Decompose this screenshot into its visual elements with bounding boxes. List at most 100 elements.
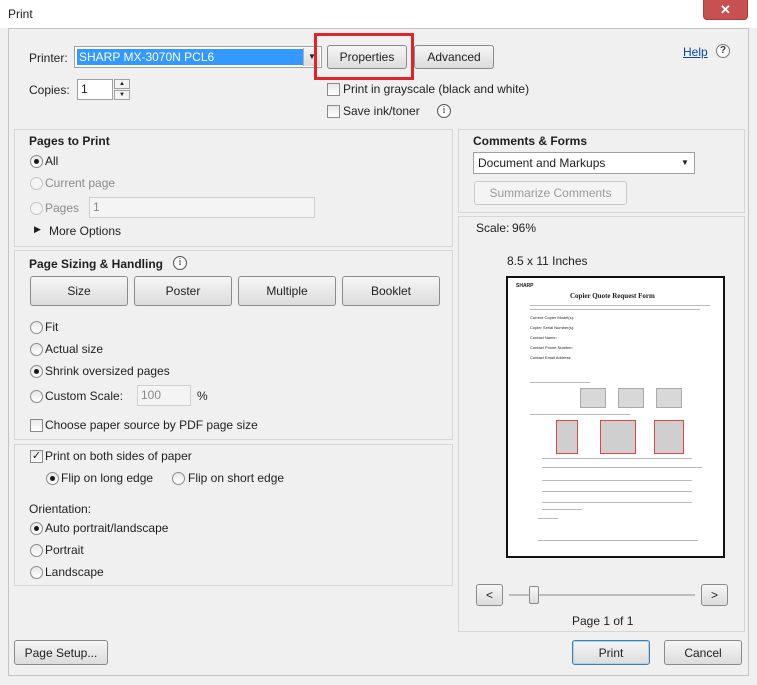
copies-input[interactable]: 1 xyxy=(77,79,113,100)
pages-label: Pages xyxy=(45,201,80,215)
copier-image xyxy=(618,388,644,408)
landscape-label: Landscape xyxy=(45,565,104,579)
long-edge-label: Flip on long edge xyxy=(61,471,154,485)
page-sizing-panel: Page Sizing & Handling i Size Poster Mul… xyxy=(14,250,453,440)
grayscale-checkbox[interactable] xyxy=(327,83,340,96)
printer-select[interactable]: SHARP MX-3070N PCL6 ▼ xyxy=(74,46,322,68)
page-sizing-title: Page Sizing & Handling xyxy=(29,257,164,271)
preview-field: Copier Serial Number(s): xyxy=(530,325,575,330)
window-title: Print xyxy=(8,7,33,21)
info-icon[interactable]: i xyxy=(437,104,451,118)
save-ink-checkbox[interactable] xyxy=(327,105,340,118)
preview-line xyxy=(542,458,692,459)
sizing-info-icon[interactable]: i xyxy=(173,256,187,270)
copier-image xyxy=(580,388,606,408)
print-dialog: Printer: SHARP MX-3070N PCL6 ▼ Propertie… xyxy=(8,28,749,676)
size-button[interactable]: Size xyxy=(30,276,128,306)
copies-label: Copies: xyxy=(29,83,70,97)
comments-forms-title: Comments & Forms xyxy=(473,134,588,148)
preview-page-title: Copier Quote Request Form xyxy=(570,292,655,300)
advanced-button[interactable]: Advanced xyxy=(414,45,494,69)
preview-field: Contact Phone Number: xyxy=(530,345,573,350)
poster-button[interactable]: Poster xyxy=(134,276,232,306)
preview-line xyxy=(542,491,692,492)
page-setup-button[interactable]: Page Setup... xyxy=(14,640,108,665)
preview-line xyxy=(542,467,702,468)
actual-size-label: Actual size xyxy=(45,342,104,356)
shrink-radio[interactable] xyxy=(30,365,43,378)
pages-radio[interactable] xyxy=(30,202,43,215)
preview-line xyxy=(530,382,590,383)
page-preview: SHARP Copier Quote Request Form Current … xyxy=(506,276,725,558)
chevron-down-icon[interactable]: ▼ xyxy=(677,154,693,172)
close-icon[interactable]: ✕ xyxy=(703,0,748,20)
percent-label: % xyxy=(197,389,208,403)
paper-source-label: Choose paper source by PDF page size xyxy=(45,418,258,432)
finisher-image xyxy=(654,420,684,454)
comments-forms-select[interactable]: Document and Markups ▼ xyxy=(473,152,695,174)
paper-source-checkbox[interactable] xyxy=(30,419,43,432)
auto-orientation-label: Auto portrait/landscape xyxy=(45,521,169,535)
current-page-label: Current page xyxy=(45,176,116,190)
finisher-image xyxy=(600,420,636,454)
printer-selected-value: SHARP MX-3070N PCL6 xyxy=(77,49,304,65)
expand-triangle-icon[interactable]: ▶ xyxy=(34,224,41,235)
preview-field: Contact Name: xyxy=(530,335,557,340)
short-edge-radio[interactable] xyxy=(172,472,185,485)
print-button[interactable]: Print xyxy=(572,640,650,665)
copies-up-icon[interactable]: ▲ xyxy=(114,79,130,89)
preview-line xyxy=(530,305,710,306)
cancel-button[interactable]: Cancel xyxy=(664,640,742,665)
actual-size-radio[interactable] xyxy=(30,343,43,356)
all-pages-radio[interactable] xyxy=(30,155,43,168)
comments-forms-value: Document and Markups xyxy=(478,156,606,170)
custom-scale-label: Custom Scale: xyxy=(45,389,124,403)
highlight-box xyxy=(314,33,414,80)
pages-to-print-title: Pages to Print xyxy=(29,134,110,148)
multiple-button[interactable]: Multiple xyxy=(238,276,336,306)
all-pages-label: All xyxy=(45,154,59,168)
prev-page-button[interactable]: < xyxy=(476,584,503,606)
auto-orientation-radio[interactable] xyxy=(30,522,43,535)
preview-line xyxy=(530,309,700,310)
copies-down-icon[interactable]: ▼ xyxy=(114,90,130,100)
scale-value: 96% xyxy=(512,221,537,235)
more-options-label[interactable]: More Options xyxy=(49,224,121,238)
orientation-title: Orientation: xyxy=(29,502,92,516)
help-link[interactable]: Help xyxy=(683,45,708,59)
custom-scale-radio[interactable] xyxy=(30,390,43,403)
portrait-radio[interactable] xyxy=(30,544,43,557)
save-ink-label: Save ink/toner xyxy=(343,104,420,118)
title-bar: Print ✕ xyxy=(0,0,757,28)
paper-size-label: 8.5 x 11 Inches xyxy=(507,254,588,268)
landscape-radio[interactable] xyxy=(30,566,43,579)
fit-label: Fit xyxy=(45,320,59,334)
pages-to-print-panel: Pages to Print All Current page Pages 1 … xyxy=(14,129,453,247)
custom-scale-input[interactable]: 100 xyxy=(137,385,191,406)
shrink-label: Shrink oversized pages xyxy=(45,364,170,378)
preview-line xyxy=(542,502,692,503)
page-indicator: Page 1 of 1 xyxy=(572,614,634,628)
current-page-radio[interactable] xyxy=(30,177,43,190)
copier-image xyxy=(656,388,682,408)
long-edge-radio[interactable] xyxy=(46,472,59,485)
summarize-comments-button[interactable]: Summarize Comments xyxy=(474,181,627,205)
pages-range-input[interactable]: 1 xyxy=(89,197,315,218)
page-slider-thumb[interactable] xyxy=(529,586,539,604)
preview-line xyxy=(530,414,630,415)
duplex-orientation-panel: ✓ Print on both sides of paper Flip on l… xyxy=(14,444,453,586)
help-icon[interactable]: ? xyxy=(716,44,730,58)
finisher-image xyxy=(556,420,578,454)
preview-logo: SHARP xyxy=(516,283,534,289)
short-edge-label: Flip on short edge xyxy=(188,471,285,485)
scale-label: Scale: xyxy=(476,221,510,235)
preview-panel: Scale: 96% 8.5 x 11 Inches SHARP Copier … xyxy=(458,216,745,632)
next-page-button[interactable]: > xyxy=(701,584,728,606)
preview-line xyxy=(542,480,692,481)
grayscale-label: Print in grayscale (black and white) xyxy=(343,82,530,96)
fit-radio[interactable] xyxy=(30,321,43,334)
both-sides-checkbox[interactable]: ✓ xyxy=(30,450,43,463)
preview-line xyxy=(538,518,558,519)
booklet-button[interactable]: Booklet xyxy=(342,276,440,306)
preview-line xyxy=(538,540,698,541)
